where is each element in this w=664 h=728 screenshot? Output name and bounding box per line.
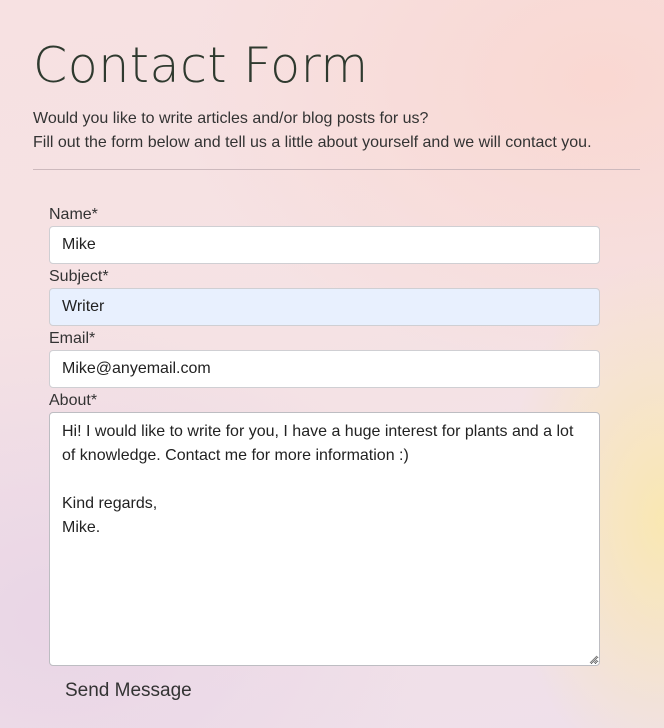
- page-title: Contact Form: [33, 37, 369, 94]
- name-input[interactable]: [49, 226, 600, 264]
- about-textarea[interactable]: Hi! I would like to write for you, I hav…: [49, 412, 600, 666]
- intro-line-2: Fill out the form below and tell us a li…: [33, 134, 592, 151]
- divider: [33, 169, 640, 170]
- name-label: Name*: [49, 206, 98, 223]
- intro-line-1: Would you like to write articles and/or …: [33, 110, 429, 127]
- send-message-button[interactable]: Send Message: [52, 674, 205, 708]
- subject-input[interactable]: [49, 288, 600, 326]
- intro-text: Would you like to write articles and/or …: [33, 107, 643, 155]
- email-input[interactable]: [49, 350, 600, 388]
- about-label: About*: [49, 392, 98, 409]
- email-label: Email*: [49, 330, 96, 347]
- subject-label: Subject*: [49, 268, 109, 285]
